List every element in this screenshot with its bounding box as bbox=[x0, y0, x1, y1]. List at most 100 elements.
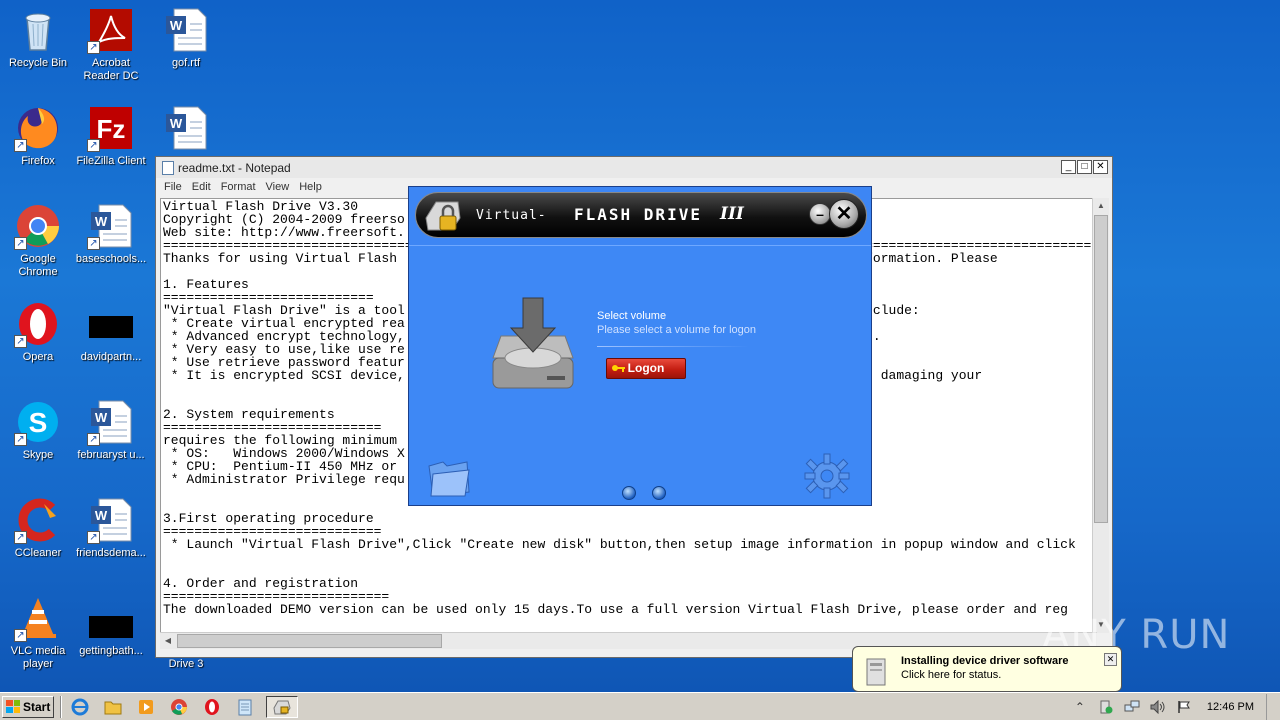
balloon-close-button[interactable]: ✕ bbox=[1104, 653, 1117, 666]
skype-icon: S ↗ bbox=[14, 398, 62, 446]
notepad-titlebar[interactable]: readme.txt - Notepad _ □ ✕ bbox=[156, 157, 1112, 178]
menu-edit[interactable]: Edit bbox=[192, 181, 211, 193]
clock[interactable]: 12:46 PM bbox=[1207, 701, 1254, 713]
vfd-minimize-button[interactable]: – bbox=[809, 203, 831, 225]
svg-text:Fz: Fz bbox=[97, 114, 126, 144]
opera-taskbar-icon[interactable] bbox=[200, 696, 224, 718]
balloon-subtitle: Click here for status. bbox=[901, 669, 1002, 681]
vertical-scrollbar[interactable]: ▲ ▼ bbox=[1092, 198, 1109, 633]
windows-flag-icon bbox=[6, 700, 20, 713]
media-player-icon[interactable] bbox=[134, 696, 158, 718]
firefox-icon: ↗ bbox=[14, 104, 62, 152]
vfd-close-button[interactable]: ✕ bbox=[829, 199, 859, 229]
desktop-icon-opera[interactable]: ↗ Opera bbox=[0, 300, 76, 364]
desktop-icon-baseschools[interactable]: W ↗ baseschools... bbox=[73, 202, 149, 266]
desktop-icon-label: gettingbath... bbox=[79, 645, 143, 657]
ccleaner-icon: ↗ bbox=[14, 496, 62, 544]
notification-balloon[interactable]: Installing device driver software Click … bbox=[852, 646, 1122, 702]
desktop-icon-label: VLC media player bbox=[10, 645, 66, 670]
desktop-icon-vlc[interactable]: ↗ VLC media player bbox=[0, 594, 76, 671]
desktop-icon-label: Opera bbox=[22, 351, 54, 363]
vfd-titlebar[interactable]: Virtual- FLASH DRIVE III – ✕ bbox=[415, 192, 867, 238]
scroll-left-icon[interactable]: ◀ bbox=[160, 633, 176, 649]
desktop-icon-filezilla[interactable]: Fz ↗ FileZilla Client bbox=[73, 104, 149, 168]
scroll-up-icon[interactable]: ▲ bbox=[1093, 198, 1109, 214]
minimize-button[interactable]: _ bbox=[1061, 160, 1076, 174]
vfd-title-main: FLASH DRIVE bbox=[574, 205, 702, 224]
device-install-icon[interactable] bbox=[1097, 698, 1115, 716]
desktop-icon-acrobat[interactable]: ↗ Acrobat Reader DC bbox=[73, 6, 149, 83]
notepad-line: * Launch "Virtual Flash Drive",Click "Cr… bbox=[163, 537, 1076, 552]
desktop-icon-label: gof.rtf bbox=[171, 57, 201, 69]
shortcut-arrow-icon: ↗ bbox=[14, 139, 27, 152]
action-center-flag-icon[interactable] bbox=[1175, 698, 1193, 716]
maximize-button[interactable]: □ bbox=[1077, 160, 1092, 174]
word-document-icon: W ↗ bbox=[87, 202, 135, 250]
desktop-icon-label: februaryst u... bbox=[77, 449, 145, 461]
chrome-icon: ↗ bbox=[14, 202, 62, 250]
virtual-flash-drive-dialog: Virtual- FLASH DRIVE III – ✕ Select volu… bbox=[408, 186, 872, 506]
volume-icon[interactable] bbox=[1149, 698, 1167, 716]
close-button[interactable]: ✕ bbox=[1093, 160, 1108, 174]
gear-icon[interactable] bbox=[803, 452, 851, 500]
logon-button[interactable]: Logon bbox=[606, 358, 686, 379]
notepad-taskbar-icon[interactable] bbox=[233, 696, 257, 718]
desktop-icon-gof-rtf[interactable]: W gof.rtf bbox=[148, 6, 224, 70]
svg-text:W: W bbox=[95, 214, 108, 229]
desktop-icon-label: Recycle Bin bbox=[8, 57, 68, 69]
svg-text:W: W bbox=[95, 508, 108, 523]
black-file-icon bbox=[87, 594, 135, 642]
shortcut-arrow-icon: ↗ bbox=[87, 41, 100, 54]
notepad-line bbox=[163, 551, 1094, 564]
desktop-icon-label: Firefox bbox=[21, 155, 55, 167]
desktop-icon-recycle-bin[interactable]: Recycle Bin bbox=[0, 6, 76, 70]
shortcut-arrow-icon: ↗ bbox=[14, 433, 27, 446]
desktop-icon-ccleaner[interactable]: ↗ CCleaner bbox=[0, 496, 76, 560]
desktop-icon-google-chrome[interactable]: ↗ Google Chrome bbox=[0, 202, 76, 279]
desktop-icon-label: Skype bbox=[22, 449, 54, 461]
notepad-line: The downloaded DEMO version can be used … bbox=[163, 602, 1068, 617]
vlc-icon: ↗ bbox=[14, 594, 62, 642]
key-icon bbox=[612, 365, 625, 372]
desktop-icon-firefox[interactable]: ↗ Firefox bbox=[0, 104, 76, 168]
folder-icon[interactable] bbox=[425, 452, 473, 500]
file-explorer-icon[interactable] bbox=[101, 696, 125, 718]
desktop-icon-gettingbath[interactable]: gettingbath... bbox=[73, 594, 149, 658]
desktop-icon-label: baseschools... bbox=[75, 253, 147, 265]
menu-file[interactable]: File bbox=[164, 181, 182, 193]
page-dot-1[interactable] bbox=[622, 486, 636, 500]
desktop-icon-davidpartn[interactable]: davidpartn... bbox=[73, 300, 149, 364]
desktop-icon-friendsdema[interactable]: W ↗ friendsdema... bbox=[73, 496, 149, 560]
network-icon[interactable] bbox=[1123, 698, 1141, 716]
page-dot-2[interactable] bbox=[652, 486, 666, 500]
start-button[interactable]: Start bbox=[2, 695, 54, 718]
show-hidden-icons-button[interactable]: ⌃ bbox=[1071, 698, 1089, 716]
acrobat-icon: ↗ bbox=[87, 6, 135, 54]
internet-explorer-icon[interactable] bbox=[68, 696, 92, 718]
vfd-title-version: III bbox=[720, 204, 744, 224]
svg-text:S: S bbox=[29, 407, 48, 438]
desktop-icon-word-doc[interactable]: W bbox=[148, 104, 224, 155]
hard-drive-icon bbox=[487, 296, 579, 396]
shortcut-arrow-icon: ↗ bbox=[87, 433, 100, 446]
horizontal-scroll-thumb[interactable] bbox=[177, 634, 442, 648]
black-file-icon bbox=[87, 300, 135, 348]
select-volume-title: Select volume bbox=[597, 310, 667, 322]
menu-format[interactable]: Format bbox=[221, 181, 256, 193]
menu-help[interactable]: Help bbox=[299, 181, 322, 193]
vertical-scroll-thumb[interactable] bbox=[1094, 215, 1108, 523]
chrome-taskbar-icon[interactable] bbox=[167, 696, 191, 718]
svg-text:W: W bbox=[170, 18, 183, 33]
desktop-icon-label: Drive 3 bbox=[168, 658, 204, 670]
notepad-icon bbox=[162, 160, 174, 175]
show-desktop-button[interactable] bbox=[1266, 694, 1280, 720]
vfd-taskbar-icon[interactable] bbox=[266, 695, 298, 718]
shortcut-arrow-icon: ↗ bbox=[14, 629, 27, 642]
desktop-icon-skype[interactable]: S ↗ Skype bbox=[0, 398, 76, 462]
desktop-icon-februaryst[interactable]: W ↗ februaryst u... bbox=[73, 398, 149, 462]
drive-lock-icon bbox=[422, 196, 464, 236]
divider bbox=[597, 346, 749, 347]
balloon-title: Installing device driver software bbox=[901, 655, 1069, 667]
menu-view[interactable]: View bbox=[266, 181, 290, 193]
shortcut-arrow-icon: ↗ bbox=[87, 531, 100, 544]
